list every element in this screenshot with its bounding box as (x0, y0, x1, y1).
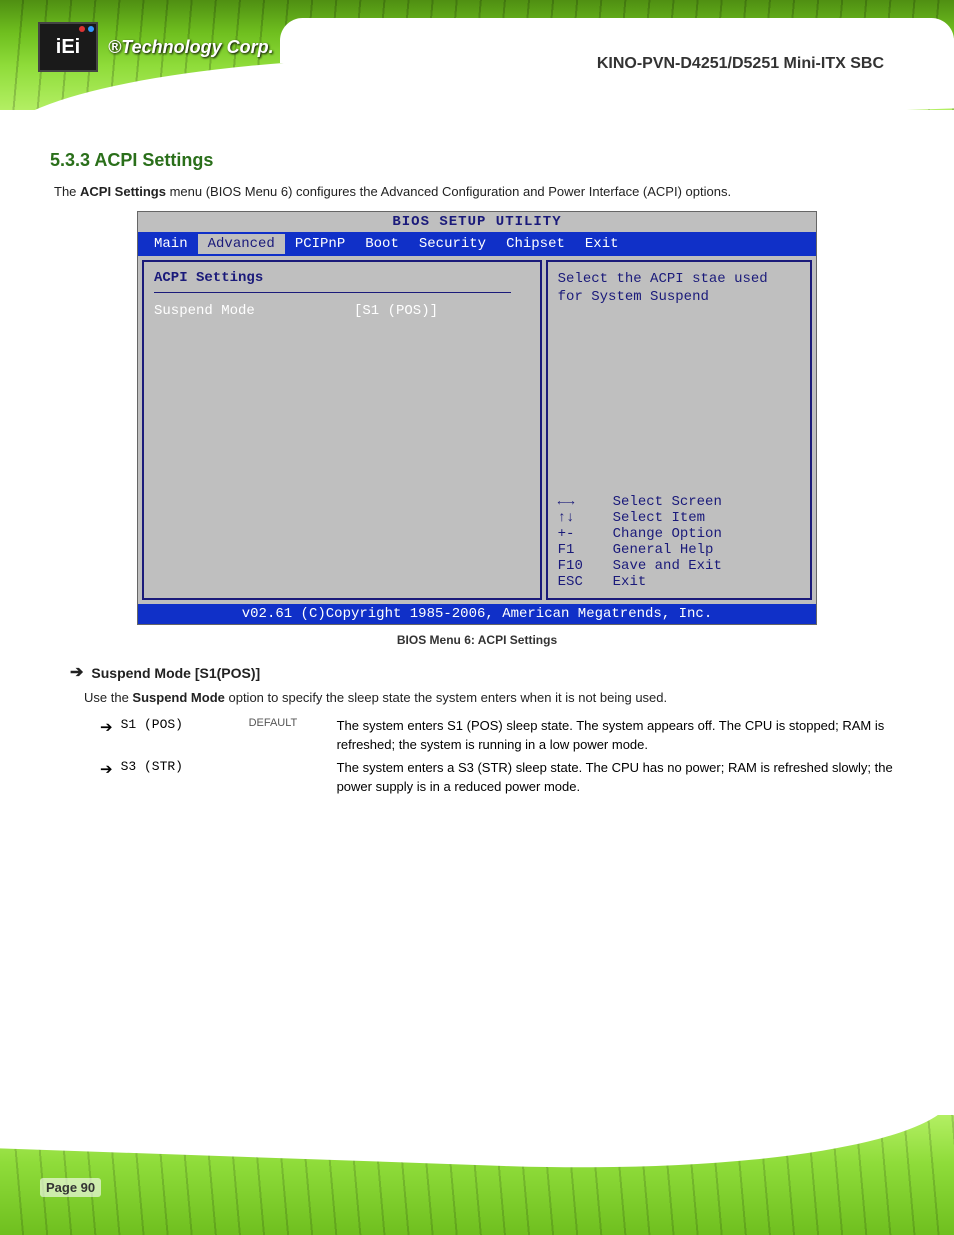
logo-mark: iEi (38, 22, 98, 72)
option-description: Use the Suspend Mode option to specify t… (84, 689, 900, 707)
bios-setting-label: Suspend Mode (154, 303, 354, 319)
bios-tab-chipset[interactable]: Chipset (496, 234, 575, 254)
section-heading: ACPI Settings (94, 150, 213, 170)
arrow-right-icon: ➔ (70, 665, 83, 681)
page-footer-bg (0, 1115, 954, 1235)
bios-key-row: ESCExit (558, 574, 800, 590)
section-intro: The ACPI Settings menu (BIOS Menu 6) con… (54, 183, 900, 201)
option-value-desc: The system enters a S3 (STR) sleep state… (337, 759, 914, 797)
logo-dots (79, 26, 94, 32)
option-heading-text: Suspend Mode [S1(POS)] (91, 665, 260, 681)
bios-tab-main[interactable]: Main (144, 234, 198, 254)
bios-divider (154, 292, 511, 293)
bios-right-panel: Select the ACPI stae used for System Sus… (546, 260, 812, 600)
bios-panel-heading: ACPI Settings (154, 270, 530, 286)
bios-title: BIOS SETUP UTILITY (138, 212, 816, 232)
option-s1-row: ➔ S1 (POS) DEFAULT The system enters S1 … (100, 717, 914, 755)
bios-screenshot: BIOS SETUP UTILITY Main Advanced PCIPnP … (137, 211, 817, 625)
bios-key-hints: ←→Select Screen ↑↓Select Item +-Change O… (558, 494, 800, 590)
page-number: Page 90 (40, 1178, 101, 1197)
bios-menubar: Main Advanced PCIPnP Boot Security Chips… (138, 232, 816, 256)
option-value-label: S1 (POS) (121, 717, 241, 732)
bios-key-row: F10Save and Exit (558, 558, 800, 574)
bios-left-panel: ACPI Settings Suspend Mode [S1 (POS)] (142, 260, 542, 600)
logo-letters: iEi (56, 36, 80, 59)
bios-key-row: ←→Select Screen (558, 494, 800, 510)
option-s3-row: ➔ S3 (STR) The system enters a S3 (STR) … (100, 759, 914, 797)
bios-tab-security[interactable]: Security (409, 234, 496, 254)
bios-key-row: ↑↓Select Item (558, 510, 800, 526)
bios-tab-pcipnp[interactable]: PCIPnP (285, 234, 355, 254)
option-value-desc: The system enters S1 (POS) sleep state. … (337, 717, 914, 755)
bios-copyright: v02.61 (C)Copyright 1985-2006, American … (138, 604, 816, 624)
brand-logo: iEi ®Technology Corp. (38, 22, 274, 72)
document-body: 5.3.3 ACPI Settings The ACPI Settings me… (0, 130, 954, 1075)
bios-tab-boot[interactable]: Boot (355, 234, 409, 254)
option-default-tag: DEFAULT (249, 717, 329, 729)
arrow-right-icon: ➔ (100, 717, 113, 740)
arrow-right-icon: ➔ (100, 759, 113, 782)
bios-tab-exit[interactable]: Exit (575, 234, 629, 254)
bios-key-row: F1General Help (558, 542, 800, 558)
bios-key-row: +-Change Option (558, 526, 800, 542)
bios-setting-value: [S1 (POS)] (354, 303, 438, 319)
brand-text: ®Technology Corp. (108, 37, 274, 58)
figure-caption: BIOS Menu 6: ACPI Settings (40, 633, 914, 647)
bios-setting-row[interactable]: Suspend Mode [S1 (POS)] (154, 303, 530, 319)
bios-tab-advanced[interactable]: Advanced (198, 234, 285, 254)
bios-help-text: Select the ACPI stae used for System Sus… (558, 270, 800, 306)
option-heading: ➔ Suspend Mode [S1(POS)] (70, 665, 914, 681)
section-title: 5.3.3 ACPI Settings (50, 150, 914, 171)
section-number: 5.3.3 (50, 150, 90, 170)
option-value-label: S3 (STR) (121, 759, 241, 774)
product-name: KINO-PVN-D4251/D5251 Mini-ITX SBC (597, 55, 884, 73)
bios-main-area: ACPI Settings Suspend Mode [S1 (POS)] Se… (138, 256, 816, 604)
